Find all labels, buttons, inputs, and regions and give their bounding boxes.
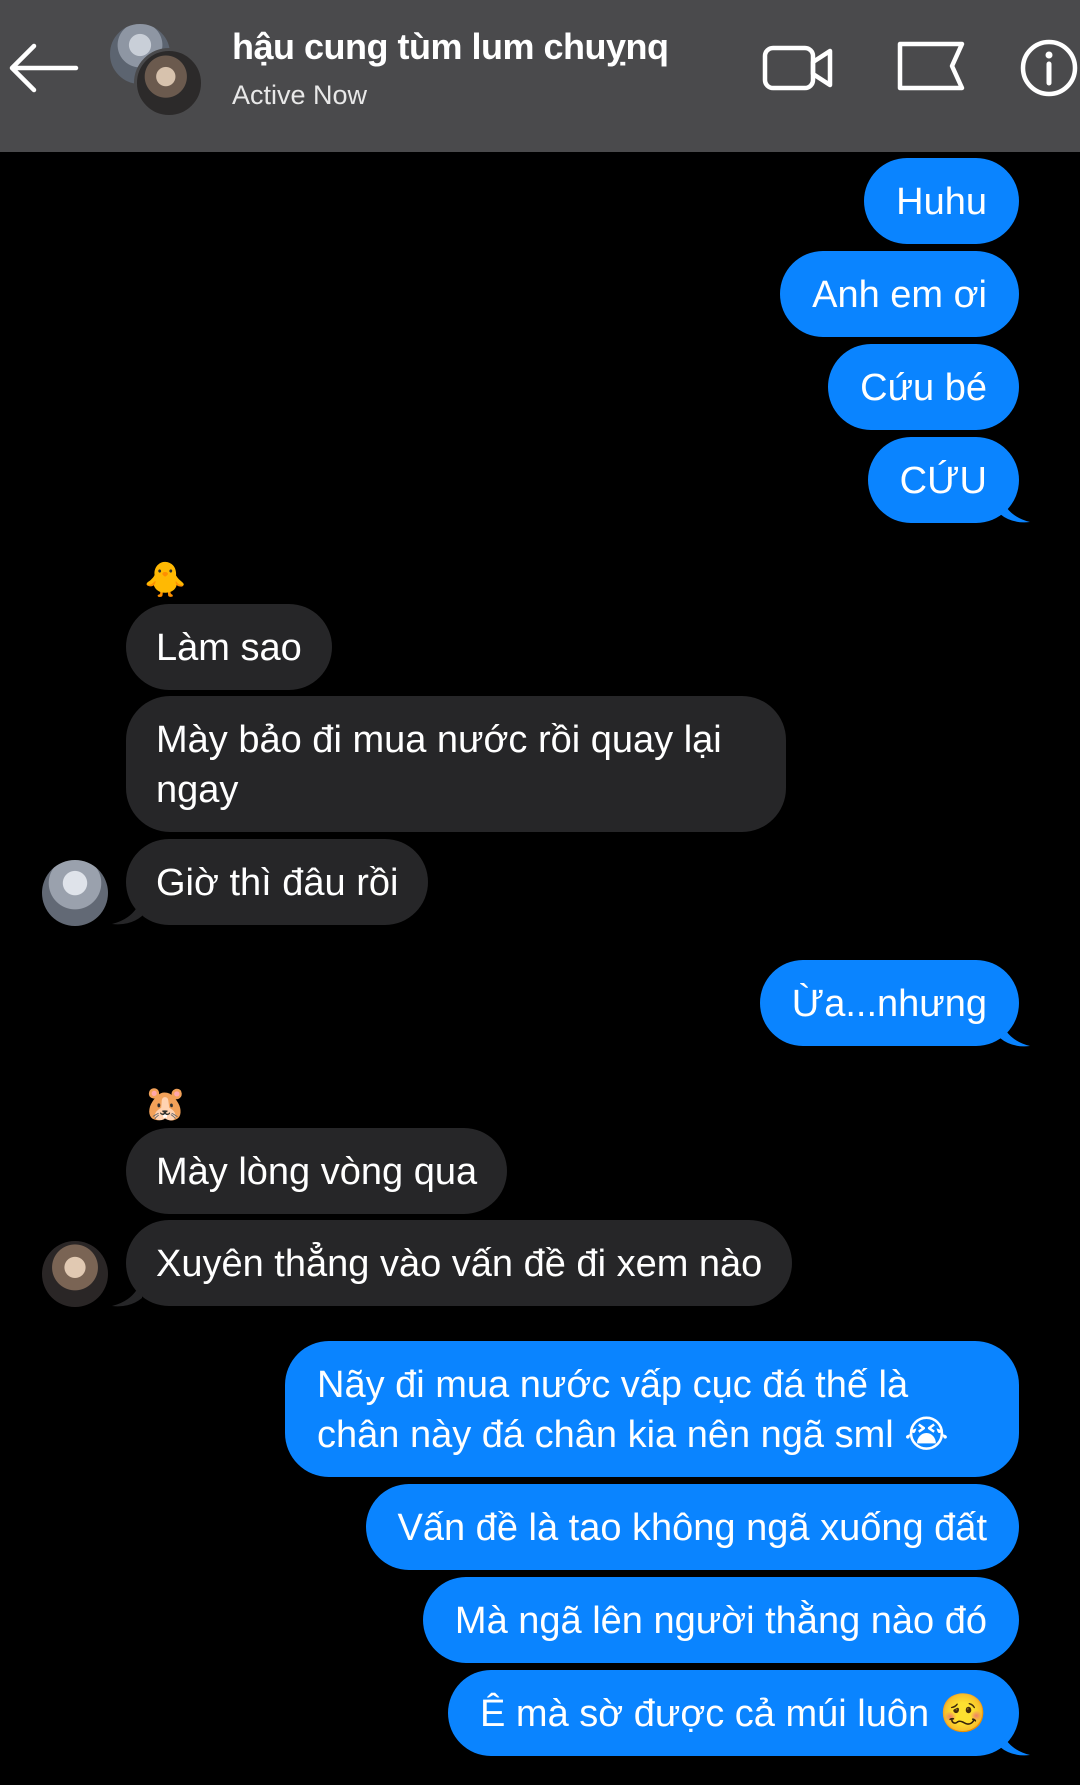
received-message[interactable]: Làm sao [126,604,332,690]
flag-icon[interactable] [896,38,968,98]
group-avatar[interactable] [108,22,208,118]
sent-message[interactable]: Vấn đề là tao không ngã xuống đất [365,1484,1019,1570]
sent-message[interactable]: Mà ngã lên người thằng nào đó [422,1577,1019,1663]
sent-message[interactable]: Cứu bé [828,344,1019,430]
chat-header: hậu cung tùm lum chuỵnq Active Now [0,0,1080,152]
avatar [134,48,204,118]
received-message[interactable]: Mày bảo đi mua nước rồi quay lại ngay [126,696,786,832]
bubble-tail [112,896,142,925]
chat-title[interactable]: hậu cung tùm lum chuỵnq [232,26,669,68]
avatar[interactable] [42,1241,108,1307]
info-icon[interactable] [1018,38,1080,98]
sent-message[interactable]: CỨU [867,437,1019,523]
sent-message[interactable]: Nãy đi mua nước vấp cục đá thế là chân n… [285,1341,1019,1477]
video-camera-icon[interactable] [762,38,834,98]
reaction-emoji: 🐥 [144,561,187,599]
avatar[interactable] [42,860,108,926]
received-message[interactable]: Giờ thì đâu rồi [126,839,429,925]
bubble-tail [112,1278,142,1307]
sent-message[interactable]: Anh em ơi [780,251,1019,337]
sent-message[interactable]: Ừa...nhưng [759,960,1019,1046]
bubble-tail [1000,494,1030,523]
received-message[interactable]: Mày lòng vòng qua [126,1128,508,1214]
active-status: Active Now [232,80,368,110]
sent-message[interactable]: Ê mà sờ được cả múi luôn 🥴 [448,1670,1019,1756]
bubble-tail [1000,1727,1030,1756]
sent-message[interactable]: Huhu [864,158,1019,244]
arrow-left-icon[interactable] [4,40,80,96]
reaction-emoji: 🐹 [144,1085,187,1123]
bubble-tail [1000,1018,1030,1047]
received-message[interactable]: Xuyên thẳng vào vấn đề đi xem nào [126,1220,793,1306]
